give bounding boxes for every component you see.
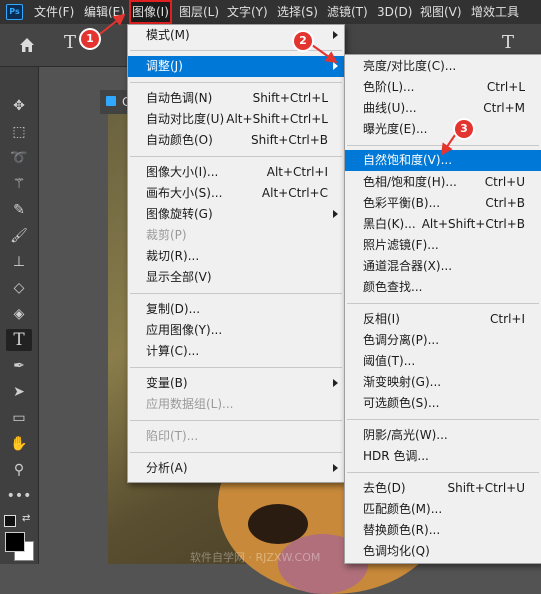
submenu-arrow-icon [333, 464, 338, 472]
menu-item-adjustments[interactable]: 调整(J) [128, 56, 344, 77]
menu-item-variables[interactable]: 变量(B) [128, 373, 344, 394]
photoshop-logo-icon: Ps [6, 4, 23, 20]
stamp-tool-icon[interactable]: ⊥ [6, 251, 32, 273]
menu-item-hdr-toning[interactable]: HDR 色调... [345, 446, 541, 467]
menu-item-curves[interactable]: 曲线(U)... Ctrl+M [345, 98, 541, 119]
menu-bar: Ps 文件(F) 编辑(E) 图像(I) 图层(L) 文字(Y) 选择(S) 滤… [0, 0, 541, 24]
menu-item-replace-color[interactable]: 替换颜色(R)... [345, 520, 541, 541]
menu-item-invert[interactable]: 反相(I) Ctrl+I [345, 309, 541, 330]
menu-select[interactable]: 选择(S) [277, 0, 318, 24]
menu-item-vibrance[interactable]: 自然饱和度(V)... [345, 150, 541, 171]
menu-type[interactable]: 文字(Y) [227, 0, 268, 24]
hand-tool-icon[interactable]: ✋ [6, 433, 32, 455]
swap-colors-icon[interactable]: ⇄ [22, 513, 30, 524]
paint-bucket-tool-icon[interactable]: ◈ [6, 303, 32, 325]
menu-separator [347, 145, 539, 146]
menu-item-image-rotation[interactable]: 图像旋转(G) [128, 204, 344, 225]
type-tool-icon[interactable]: T [6, 329, 32, 351]
annotation-badge-2: 2 [294, 32, 312, 50]
menu-item-channel-mixer[interactable]: 通道混合器(X)... [345, 256, 541, 277]
marquee-tool-icon[interactable]: ⬚ [6, 121, 32, 143]
menu-separator [130, 82, 342, 83]
eraser-tool-icon[interactable]: ◇ [6, 277, 32, 299]
menu-item-reveal-all[interactable]: 显示全部(V) [128, 267, 344, 288]
default-colors-icon[interactable] [4, 515, 16, 527]
submenu-arrow-icon [333, 379, 338, 387]
menu-separator [130, 293, 342, 294]
menu-edit[interactable]: 编辑(E) [84, 0, 125, 24]
menu-3d[interactable]: 3D(D) [377, 0, 412, 24]
type-tool-preset-icon[interactable]: T [64, 32, 76, 53]
submenu-arrow-icon [333, 62, 338, 70]
more-tools-icon[interactable]: ••• [6, 485, 32, 507]
menu-item-color-lookup[interactable]: 颜色查找... [345, 277, 541, 298]
annotation-badge-1: 1 [81, 30, 99, 48]
tools-panel: ✥ ⬚ ➰ ⚚ ✎ 🖌 ⊥ ◇ ◈ T ✒ ➤ ▭ ✋ ⚲ ••• ⇄ [0, 67, 39, 564]
menu-filter[interactable]: 滤镜(T) [327, 0, 368, 24]
watermark: 软件自学网 · RJZXW.COM [190, 551, 321, 564]
menu-separator [347, 303, 539, 304]
menu-item-selective-color[interactable]: 可选颜色(S)... [345, 393, 541, 414]
menu-item-match-color[interactable]: 匹配颜色(M)... [345, 499, 541, 520]
menu-separator [130, 50, 342, 51]
menu-item-levels[interactable]: 色阶(L)... Ctrl+L [345, 77, 541, 98]
lasso-tool-icon[interactable]: ➰ [6, 147, 32, 169]
menu-item-desaturate[interactable]: 去色(D) Shift+Ctrl+U [345, 478, 541, 499]
ps-document-icon [106, 96, 116, 106]
brush-tool-icon[interactable]: 🖌 [6, 225, 32, 247]
menu-item-equalize[interactable]: 色调均化(Q) [345, 541, 541, 562]
menu-separator [130, 367, 342, 368]
menu-item-calculations[interactable]: 计算(C)... [128, 341, 344, 362]
image-menu-dropdown: 模式(M) 调整(J) 自动色调(N) Shift+Ctrl+L 自动对比度(U)… [127, 24, 345, 483]
menu-item-trim[interactable]: 裁切(R)... [128, 246, 344, 267]
rectangle-tool-icon[interactable]: ▭ [6, 407, 32, 429]
menu-item-posterize[interactable]: 色调分离(P)... [345, 330, 541, 351]
menu-item-gradient-map[interactable]: 渐变映射(G)... [345, 372, 541, 393]
menu-item-canvas-size[interactable]: 画布大小(S)... Alt+Ctrl+C [128, 183, 344, 204]
menu-item-image-size[interactable]: 图像大小(I)... Alt+Ctrl+I [128, 162, 344, 183]
move-tool-icon[interactable]: ✥ [6, 95, 32, 117]
home-icon[interactable] [18, 36, 36, 54]
menu-file[interactable]: 文件(F) [34, 0, 74, 24]
menu-separator [130, 156, 342, 157]
menu-view[interactable]: 视图(V) [420, 0, 462, 24]
magic-wand-tool-icon[interactable]: ⚚ [6, 173, 32, 195]
foreground-color-swatch[interactable] [5, 532, 25, 552]
menu-item-trap: 陷印(T)... [146, 429, 199, 443]
submenu-arrow-icon [333, 210, 338, 218]
menu-item-threshold[interactable]: 阈值(T)... [345, 351, 541, 372]
menu-item-color-balance[interactable]: 色彩平衡(B)... Ctrl+B [345, 193, 541, 214]
menu-item-shadows-highlights[interactable]: 阴影/高光(W)... [345, 425, 541, 446]
menu-item-crop: 裁剪(P) [146, 228, 187, 242]
menu-separator [347, 472, 539, 473]
menu-item-auto-contrast[interactable]: 自动对比度(U) Alt+Shift+Ctrl+L [128, 109, 344, 130]
menu-item-photo-filter[interactable]: 照片滤镜(F)... [345, 235, 541, 256]
text-size-icon[interactable]: T [502, 32, 514, 53]
pen-tool-icon[interactable]: ✒ [6, 355, 32, 377]
menu-item-auto-tone[interactable]: 自动色调(N) Shift+Ctrl+L [128, 88, 344, 109]
path-select-tool-icon[interactable]: ➤ [6, 381, 32, 403]
adjustments-submenu: 亮度/对比度(C)... 色阶(L)... Ctrl+L 曲线(U)... Ctrl… [344, 54, 541, 564]
menu-plugins[interactable]: 增效工具 [471, 0, 519, 24]
eyedropper-tool-icon[interactable]: ✎ [6, 199, 32, 221]
menu-item-hue-saturation[interactable]: 色相/饱和度(H)... Ctrl+U [345, 172, 541, 193]
menu-item-auto-color[interactable]: 自动颜色(O) Shift+Ctrl+B [128, 130, 344, 151]
menu-item-brightness-contrast[interactable]: 亮度/对比度(C)... [345, 56, 541, 77]
menu-item-black-white[interactable]: 黑白(K)... Alt+Shift+Ctrl+B [345, 214, 541, 235]
menu-separator [130, 420, 342, 421]
menu-separator [347, 419, 539, 420]
menu-item-apply-data-set: 应用数据组(L)... [146, 397, 234, 411]
submenu-arrow-icon [333, 31, 338, 39]
menu-image[interactable]: 图像(I) [129, 0, 172, 24]
menu-layer[interactable]: 图层(L) [179, 0, 219, 24]
menu-item-exposure[interactable]: 曝光度(E)... [345, 119, 541, 140]
annotation-badge-3: 3 [455, 120, 473, 138]
menu-item-apply-image[interactable]: 应用图像(Y)... [128, 320, 344, 341]
menu-item-duplicate[interactable]: 复制(D)... [128, 299, 344, 320]
menu-separator [130, 452, 342, 453]
zoom-tool-icon[interactable]: ⚲ [6, 459, 32, 481]
menu-item-analysis[interactable]: 分析(A) [128, 458, 344, 479]
